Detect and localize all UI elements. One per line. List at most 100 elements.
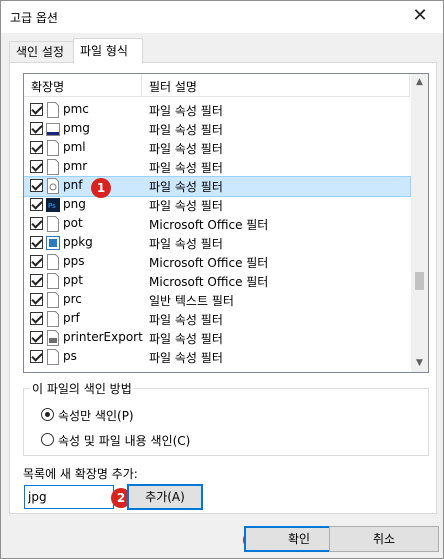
printer-export-icon [47,330,59,346]
file-icon [47,216,59,232]
table-row[interactable]: printerExport 파일 속성 필터 [24,329,410,348]
title-bar: 고급 옵션 ✕ [1,1,443,33]
extension-name: ps [63,349,77,363]
filter-description: Microsoft Office 필터 [149,256,269,270]
extension-name: ppkg [63,235,93,249]
table-row[interactable]: pmg 파일 속성 필터 [24,120,410,139]
step-badge-1: 1 [91,178,111,198]
file-types-panel: 확장명 필터 설명 pmc 파일 속성 필터 pmg 파일 속성 필터 pml … [9,62,437,514]
row-checkbox[interactable] [30,179,43,192]
filter-description: 파일 속성 필터 [149,104,223,118]
radio-selected-icon[interactable] [41,408,54,421]
row-checkbox[interactable] [30,312,43,325]
column-divider[interactable] [141,74,142,96]
photoshop-icon: Ps [46,198,60,212]
table-row-selected[interactable]: pnf 파일 속성 필터 [24,176,411,197]
extension-list[interactable]: 확장명 필터 설명 pmc 파일 속성 필터 pmg 파일 속성 필터 pml … [23,73,429,373]
file-icon [47,349,59,365]
file-icon [47,102,59,118]
filter-description: 파일 속성 필터 [149,142,223,156]
filter-description: 파일 속성 필터 [149,313,223,327]
scroll-thumb[interactable] [415,272,424,290]
table-row[interactable]: pps Microsoft Office 필터 [24,253,410,272]
file-icon [47,254,59,270]
row-checkbox[interactable] [30,160,43,173]
file-icon [47,292,59,308]
filter-description: 파일 속성 필터 [149,180,223,194]
extension-name: printerExport [63,330,143,344]
close-icon[interactable]: ✕ [397,1,443,32]
new-extension-input[interactable] [24,485,114,509]
vertical-scrollbar[interactable]: ▲ ▼ [411,74,428,372]
package-icon [46,236,60,250]
cancel-button[interactable]: 취소 [329,526,439,552]
table-row[interactable]: ppkg 파일 속성 필터 [24,234,410,253]
row-checkbox[interactable] [30,198,43,211]
row-checkbox[interactable] [30,350,43,363]
table-row[interactable]: ppt Microsoft Office 필터 [24,272,410,291]
row-checkbox[interactable] [30,274,43,287]
extension-name: pot [63,216,83,230]
row-checkbox[interactable] [30,122,43,135]
extension-name: pps [63,254,85,268]
filter-description: 일반 텍스트 필터 [149,294,234,308]
row-checkbox[interactable] [30,103,43,116]
index-method-group: 이 파일의 색인 방법 속성만 색인(P) 속성 및 파일 내용 색인(C) [23,380,429,456]
table-row[interactable]: pml 파일 속성 필터 [24,139,410,158]
radio-unselected-icon[interactable] [41,433,54,446]
filter-description: 파일 속성 필터 [149,237,223,251]
add-extension-button[interactable]: 추가(A) [127,484,203,510]
tab-index-settings[interactable]: 색인 설정 [9,41,74,63]
table-row[interactable]: Ps png 파일 속성 필터 [24,196,410,215]
extension-name: prf [63,311,80,325]
file-icon [47,273,59,289]
table-row[interactable]: pmc 파일 속성 필터 [24,101,410,120]
svg-text:Ps: Ps [48,202,56,210]
column-header-extension[interactable]: 확장명 [31,78,64,95]
window-title: 고급 옵션 [10,11,58,25]
list-rows: pmc 파일 속성 필터 pmg 파일 속성 필터 pml 파일 속성 필터 p… [24,101,411,367]
extension-name: pmr [63,159,88,173]
file-icon [47,311,59,327]
add-extension-label: 목록에 새 확장명 추가: [23,467,138,481]
pnf-file-icon [47,178,59,194]
row-checkbox[interactable] [30,141,43,154]
filter-description: 파일 속성 필터 [149,161,223,175]
row-checkbox[interactable] [30,236,43,249]
filter-description: 파일 속성 필터 [149,199,223,213]
column-header-filter[interactable]: 필터 설명 [149,78,197,95]
advanced-options-dialog: 고급 옵션 ✕ 색인 설정 파일 형식 확장명 필터 설명 pmc 파일 속성 … [0,0,444,559]
filter-description: Microsoft Office 필터 [149,218,269,232]
filter-description: 파일 속성 필터 [149,123,223,137]
extension-name: ppt [63,273,83,287]
filter-description: 파일 속성 필터 [149,332,223,346]
extension-name: png [63,197,86,211]
radio-label: 속성만 색인(P) [58,409,134,423]
row-checkbox[interactable] [30,255,43,268]
extension-name: pmg [63,121,90,135]
extension-name: pmc [63,102,89,116]
pmg-file-icon [46,123,60,136]
table-row[interactable]: prc 일반 텍스트 필터 [24,291,410,310]
filter-description: Microsoft Office 필터 [149,275,269,289]
table-row[interactable]: pot Microsoft Office 필터 [24,215,410,234]
index-method-legend: 이 파일의 색인 방법 [30,380,134,397]
extension-name: pnf [63,178,83,192]
column-divider [409,74,410,96]
radio-label: 속성 및 파일 내용 색인(C) [58,434,191,448]
file-icon [47,159,59,175]
row-checkbox[interactable] [30,293,43,306]
scroll-down-icon[interactable]: ▼ [411,355,428,372]
extension-name: prc [63,292,82,306]
scroll-up-icon[interactable]: ▲ [411,74,428,91]
row-checkbox[interactable] [30,217,43,230]
table-row[interactable]: pmr 파일 속성 필터 [24,158,410,177]
file-icon [47,140,59,156]
row-checkbox[interactable] [30,331,43,344]
extension-name: pml [63,140,86,154]
tab-file-types[interactable]: 파일 형식 [73,38,143,64]
table-row[interactable]: ps 파일 속성 필터 [24,348,410,367]
filter-description: 파일 속성 필터 [149,351,223,365]
list-header: 확장명 필터 설명 [24,74,410,97]
table-row[interactable]: prf 파일 속성 필터 [24,310,410,329]
